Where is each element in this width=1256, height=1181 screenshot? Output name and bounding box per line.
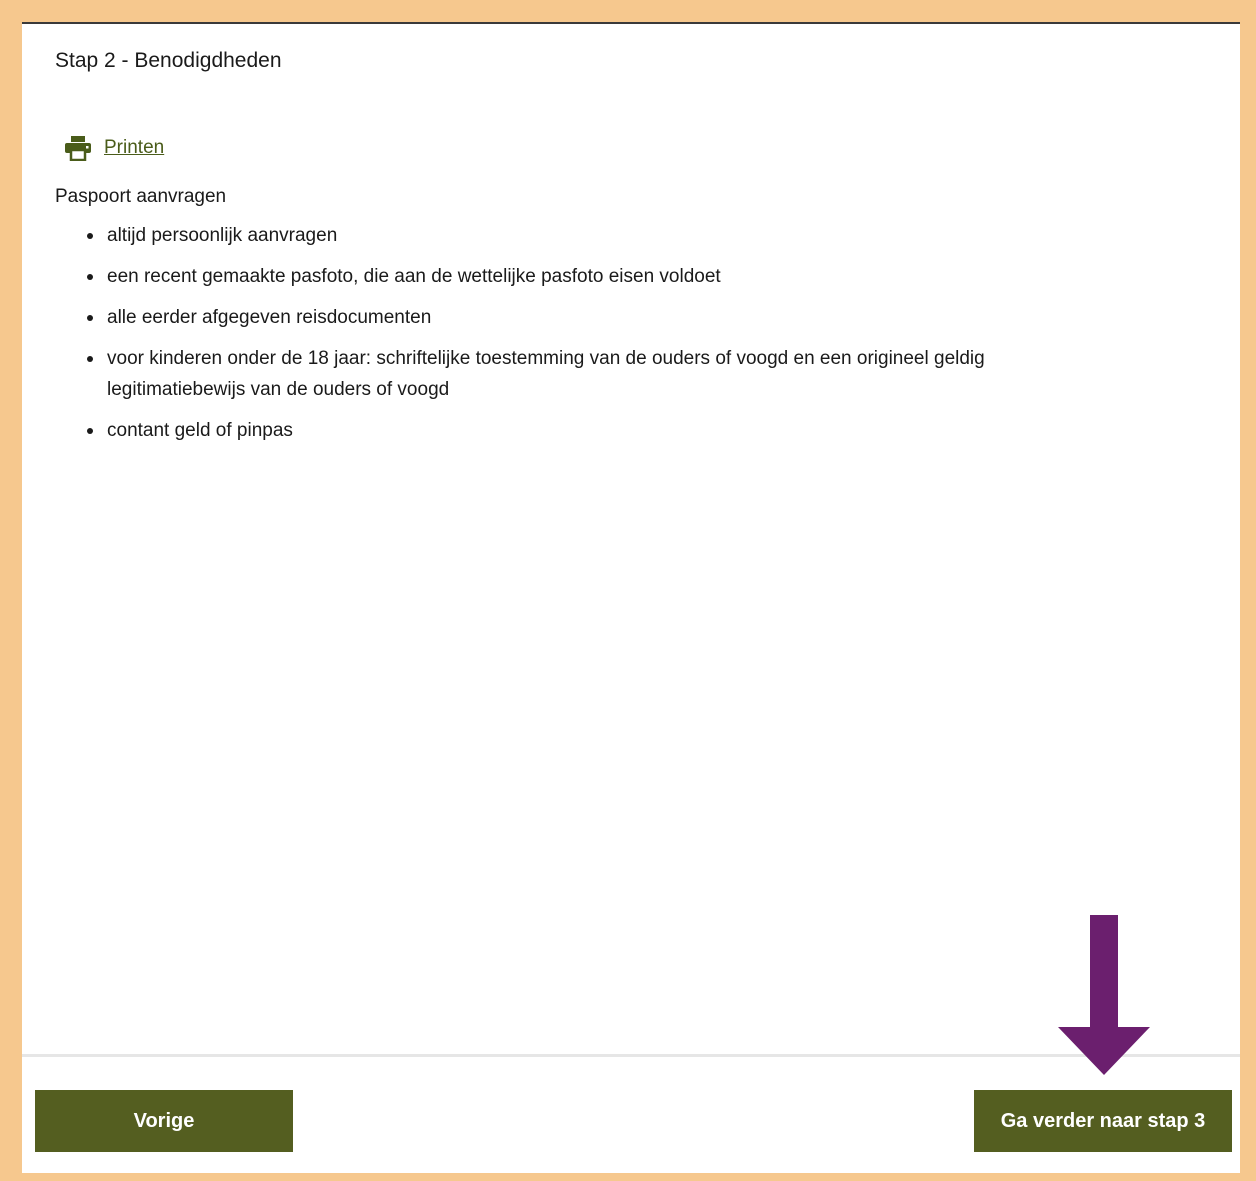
list-item: alle eerder afgegeven reisdocumenten — [87, 302, 1115, 333]
step-title: Stap 2 - Benodigdheden — [55, 49, 282, 72]
intro-text: Paspoort aanvragen — [55, 186, 227, 207]
list-item: contant geld of pinpas — [87, 415, 1115, 446]
previous-button[interactable]: Vorige — [35, 1090, 293, 1152]
list-item: voor kinderen onder de 18 jaar: schrifte… — [87, 343, 1115, 405]
printer-icon[interactable] — [64, 135, 92, 162]
list-item: altijd persoonlijk aanvragen — [87, 220, 1115, 251]
print-link[interactable]: Printen — [104, 137, 164, 159]
next-step-button[interactable]: Ga verder naar stap 3 — [974, 1090, 1232, 1152]
print-action[interactable]: Printen — [64, 133, 164, 163]
list-item: een recent gemaakte pasfoto, die aan de … — [87, 261, 1115, 292]
requirements-list: altijd persoonlijk aanvragen een recent … — [55, 220, 1115, 456]
arrow-down-icon — [1058, 915, 1150, 1075]
